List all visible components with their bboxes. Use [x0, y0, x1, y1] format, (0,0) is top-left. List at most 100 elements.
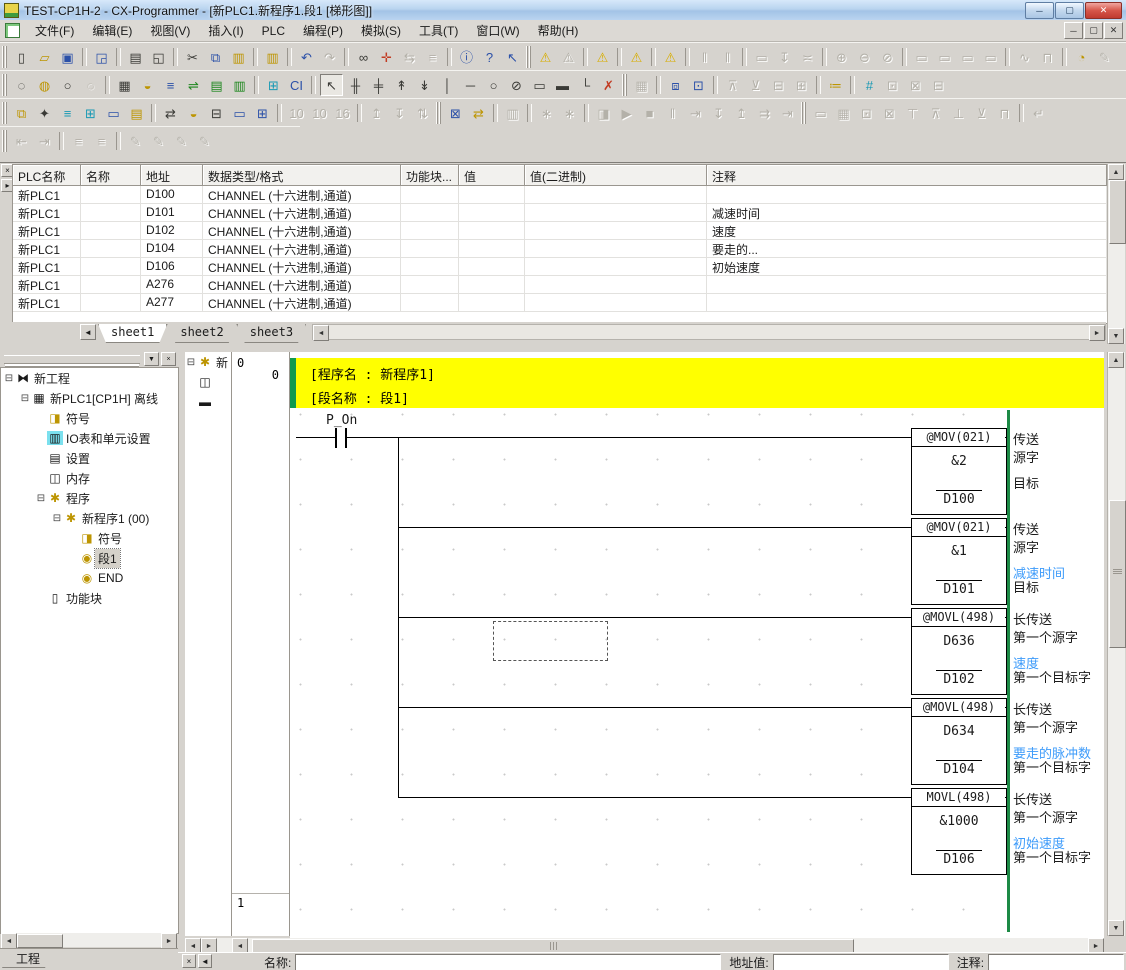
- toolbar-button[interactable]: [493, 104, 498, 122]
- ci-view-icon[interactable]: CI: [286, 75, 307, 95]
- symbol-view-icon[interactable]: ▭: [103, 103, 124, 123]
- toolbar-button[interactable]: [82, 48, 87, 66]
- task-1-icon[interactable]: ⊤: [902, 103, 923, 123]
- toolbar-button[interactable]: [1062, 48, 1067, 66]
- selection-box[interactable]: [493, 621, 608, 661]
- tree-item-section1[interactable]: ◉ 段1: [1, 548, 178, 568]
- vertical-line-icon[interactable]: │: [437, 75, 458, 95]
- tree-expand-icon[interactable]: ⊟: [51, 513, 63, 524]
- scroll-up-icon[interactable]: ▲: [1108, 352, 1124, 368]
- align-top-icon[interactable]: ≡: [91, 131, 112, 151]
- tab-scroll-left-icon[interactable]: ◄: [80, 324, 96, 340]
- tree-expand-icon[interactable]: ⊟: [19, 393, 31, 404]
- minitree-section[interactable]: ◫: [185, 372, 231, 392]
- comment-edit-icon[interactable]: ⊡: [688, 75, 709, 95]
- instruction-nc-icon[interactable]: ▬: [552, 75, 573, 95]
- toolbar-button[interactable]: [2, 102, 7, 124]
- project-panel-header[interactable]: ▼ ×: [0, 352, 178, 366]
- toolbar-button[interactable]: [436, 102, 441, 124]
- zoom-in-icon[interactable]: ○: [57, 75, 78, 95]
- compile-icon[interactable]: ⚠: [535, 47, 556, 67]
- toolbar-button[interactable]: [173, 48, 178, 66]
- title-bar[interactable]: TEST-CP1H-2 - CX-Programmer - [新PLC1.新程序…: [0, 0, 1126, 21]
- toolbar-button[interactable]: [713, 76, 718, 94]
- instruction-block[interactable]: @MOV(021) &1 D101: [911, 518, 1007, 605]
- print-preview-icon[interactable]: ◱: [148, 47, 169, 67]
- coil-icon[interactable]: ○: [483, 75, 504, 95]
- coil-nc-icon[interactable]: ⊘: [506, 75, 527, 95]
- toolbar-button[interactable]: [116, 48, 121, 66]
- force-cancel-icon[interactable]: ⊘: [877, 47, 898, 67]
- plc-settings-icon[interactable]: ▥: [502, 103, 523, 123]
- tree-item-end[interactable]: ◉ END: [1, 568, 178, 588]
- menu-item[interactable]: 模拟(S): [352, 20, 410, 41]
- ladder-rung[interactable]: @MOVL(498) D636 D102 长传送 第一个源字 速度 第一个目标字: [290, 608, 1104, 698]
- properties-icon[interactable]: ▤: [126, 103, 147, 123]
- toolbar-button[interactable]: [617, 48, 622, 66]
- operand-source[interactable]: &1000: [912, 814, 1006, 829]
- tree-item-programs[interactable]: ⊟ ✱ 程序: [1, 488, 178, 508]
- sort-icon[interactable]: ≡: [422, 47, 443, 67]
- ladder-rung[interactable]: @MOVL(498) D634 D104 长传送 第一个源字 要走的脉冲数 第一…: [290, 698, 1104, 788]
- menu-item[interactable]: 文件(F): [26, 20, 83, 41]
- dialog-view-icon[interactable]: ▭: [229, 103, 250, 123]
- watch-hscrollbar[interactable]: ◄ ►: [312, 324, 1106, 340]
- sheet-tab-2[interactable]: sheet2: [167, 324, 236, 343]
- select-rung-icon[interactable]: ⊟: [768, 75, 789, 95]
- mdi-restore-button[interactable]: ▢: [1084, 22, 1103, 39]
- toolbar-button[interactable]: [447, 48, 452, 66]
- pen-monitor-icon[interactable]: ✎: [125, 131, 146, 151]
- minitree-end[interactable]: ▬: [185, 392, 231, 412]
- context-help-icon[interactable]: ↖: [502, 47, 523, 67]
- force-refresh-icon[interactable]: ⇅: [412, 103, 433, 123]
- tree-item-plc[interactable]: ⊟ ▦ 新PLC1[CP1H] 离线: [1, 388, 178, 408]
- monitor-window-2-icon[interactable]: ▭: [934, 47, 955, 67]
- compile-all-icon[interactable]: ⚠: [558, 47, 579, 67]
- fb-invoke-icon[interactable]: └: [575, 75, 596, 95]
- menu-item[interactable]: 编程(P): [294, 20, 352, 41]
- go-rung-up-icon[interactable]: ⊼: [722, 75, 743, 95]
- sheet-tab-3[interactable]: sheet3: [237, 324, 306, 343]
- io-table-icon[interactable]: ⊟: [206, 103, 227, 123]
- pen-reset-icon[interactable]: ✎: [171, 131, 192, 151]
- col-value-binary[interactable]: 值(二进制): [525, 165, 707, 186]
- toolbar-button[interactable]: [816, 76, 821, 94]
- instruction-block[interactable]: @MOV(021) &2 D100: [911, 428, 1007, 515]
- menu-item[interactable]: 窗口(W): [467, 20, 528, 41]
- tree-expand-icon[interactable]: ⊟: [3, 373, 15, 384]
- col-function-block[interactable]: 功能块...: [401, 165, 459, 186]
- contact-nc-icon[interactable]: ╪: [368, 75, 389, 95]
- sim-pause-icon[interactable]: ‖: [662, 103, 683, 123]
- cut-icon[interactable]: ✂: [182, 47, 203, 67]
- tree-item-memory[interactable]: ◫ 内存: [1, 468, 178, 488]
- contact-down-icon[interactable]: ↡: [414, 75, 435, 95]
- scroll-down-icon[interactable]: ▼: [1108, 920, 1124, 936]
- tree-item-settings[interactable]: ▤ 设置: [1, 448, 178, 468]
- step-out-icon[interactable]: ↥: [731, 103, 752, 123]
- ladder-vscrollbar[interactable]: ▲ ▼: [1107, 352, 1125, 936]
- task-2-icon[interactable]: ⊼: [925, 103, 946, 123]
- mnemonic-view-icon[interactable]: ≡: [57, 103, 78, 123]
- scroll-left-icon[interactable]: ◄: [1, 933, 17, 949]
- toolbar-button[interactable]: [801, 102, 806, 124]
- print-icon[interactable]: ▤: [125, 47, 146, 67]
- maximize-button[interactable]: ▢: [1055, 2, 1084, 19]
- find-icon[interactable]: ∞: [353, 47, 374, 67]
- menu-item[interactable]: 编辑(E): [83, 20, 141, 41]
- paste-fb-icon[interactable]: ▥: [262, 47, 283, 67]
- scroll-right-icon[interactable]: ►: [1089, 325, 1105, 341]
- operand-destination[interactable]: D104: [936, 760, 981, 777]
- redo-icon[interactable]: ↷: [319, 47, 340, 67]
- watch-row[interactable]: 新PLC1 D101 CHANNEL (十六进制,通道) 减速时间: [13, 204, 1107, 222]
- menu-item[interactable]: 工具(T): [410, 20, 467, 41]
- indent-right-icon[interactable]: ⇥: [34, 131, 55, 151]
- col-value[interactable]: 值: [459, 165, 525, 186]
- operand-destination[interactable]: D100: [936, 490, 981, 507]
- io-break-3-icon[interactable]: ⊡: [856, 103, 877, 123]
- operand-source[interactable]: D634: [912, 724, 1006, 739]
- help-icon[interactable]: ?: [479, 47, 500, 67]
- col-name[interactable]: 名称: [81, 165, 141, 186]
- zoom-out-icon[interactable]: ◌: [80, 75, 101, 95]
- tree-item-function-blocks[interactable]: ▯ 功能块: [1, 588, 178, 608]
- operand-destination[interactable]: D106: [936, 850, 981, 867]
